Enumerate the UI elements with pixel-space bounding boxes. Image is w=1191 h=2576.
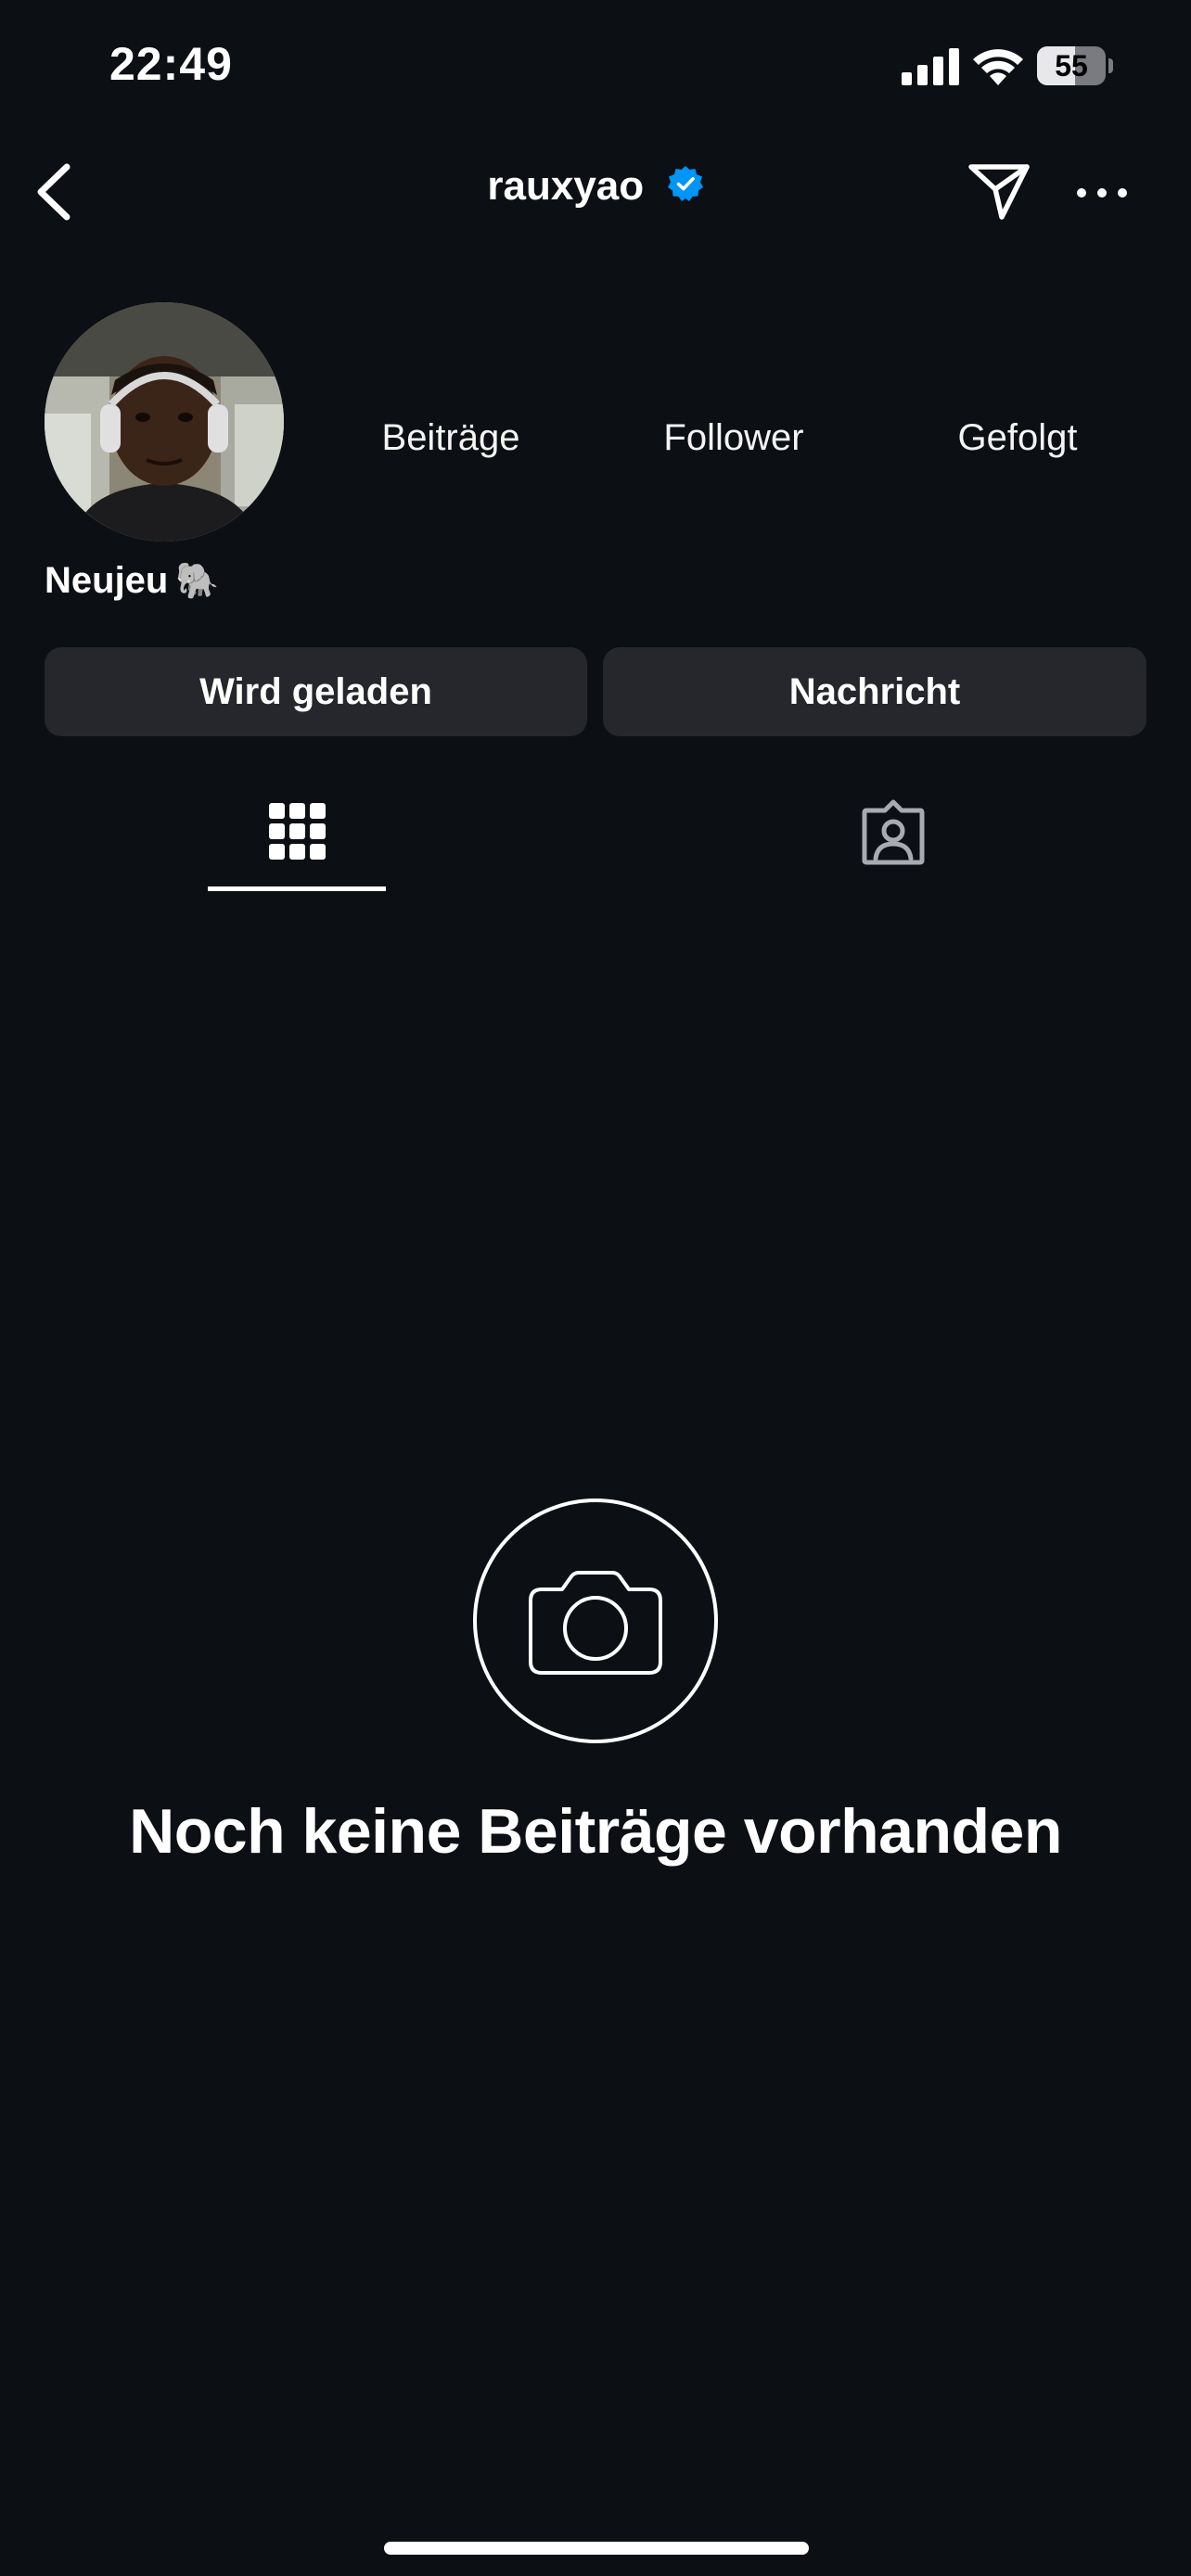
profile-screen: 22:49 55 rauxyao Beiträge Follower Gefol… <box>0 0 1191 2576</box>
verified-badge-icon <box>667 166 703 201</box>
stat-followers[interactable]: Follower <box>663 417 803 459</box>
profile-username: rauxyao <box>487 163 645 209</box>
stat-posts[interactable]: Beiträge <box>382 417 520 459</box>
wifi-icon <box>973 49 1023 85</box>
follow-button[interactable]: Wird geladen <box>45 647 587 736</box>
tagged-person-icon <box>862 799 925 865</box>
tab-tagged[interactable] <box>800 790 986 894</box>
status-time: 22:49 <box>109 38 233 90</box>
stat-following[interactable]: Gefolgt <box>958 417 1078 459</box>
avatar[interactable] <box>45 302 284 542</box>
tab-posts-grid[interactable] <box>205 790 391 894</box>
avatar-photo <box>45 302 284 542</box>
display-name-text: Neujeu <box>45 560 169 601</box>
display-name: Neujeu 🐘 <box>45 560 220 602</box>
status-bar: 22:49 55 <box>0 0 1191 134</box>
message-button[interactable]: Nachricht <box>603 647 1146 736</box>
active-tab-indicator <box>208 886 386 891</box>
camera-icon <box>473 1498 718 1743</box>
grid-icon <box>269 803 326 860</box>
profile-stats: Beiträge Follower Gefolgt <box>343 417 1178 473</box>
home-indicator[interactable] <box>384 2542 809 2555</box>
cellular-signal-icon <box>902 48 959 85</box>
more-icon[interactable] <box>1076 180 1128 206</box>
elephant-emoji: 🐘 <box>175 562 220 601</box>
battery-icon: 55 <box>1037 46 1113 85</box>
send-icon[interactable] <box>967 161 1031 221</box>
empty-state-title: Noch keine Beiträge vorhanden <box>129 1796 1062 1867</box>
battery-level: 55 <box>1055 49 1088 83</box>
